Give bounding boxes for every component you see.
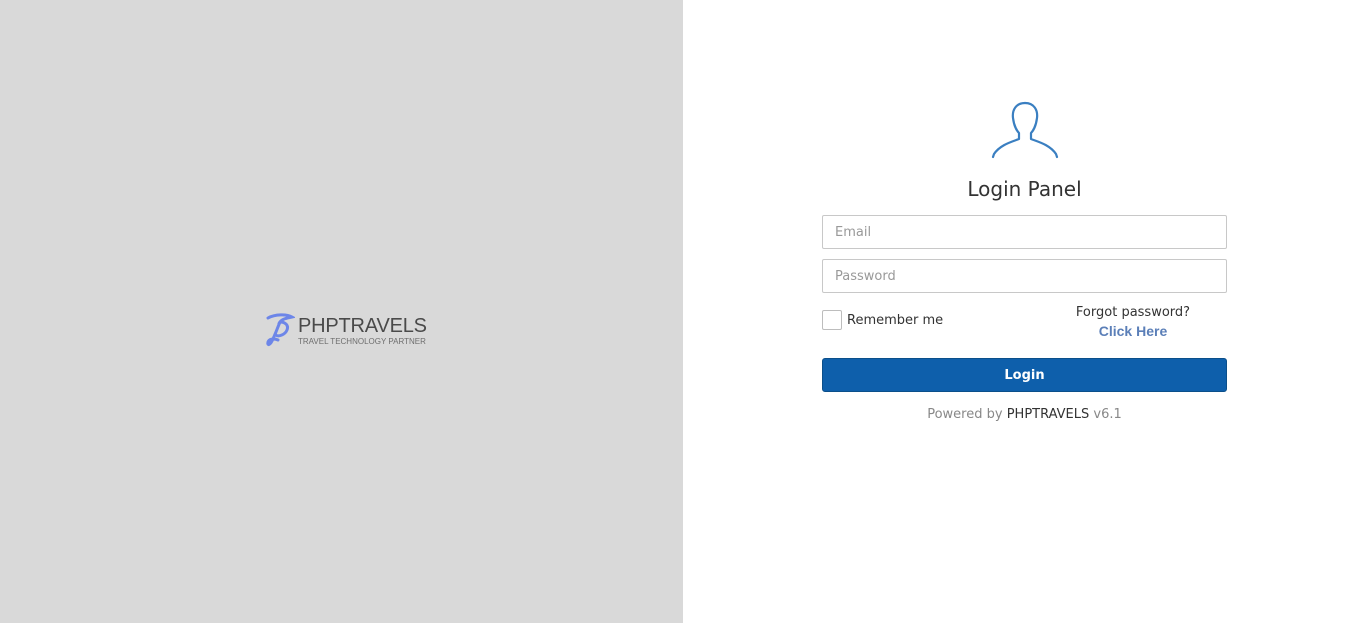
- remember-me[interactable]: Remember me: [822, 310, 943, 330]
- options-row: Remember me Forgot password? Click Here: [822, 305, 1227, 356]
- brand-name: PHPTRAVELS: [298, 315, 427, 337]
- powered-by: Powered by PHPTRAVELS v6.1: [822, 407, 1227, 422]
- branding-pane: PHPTRAVELS TRAVEL TECHNOLOGY PARTNER: [0, 0, 683, 623]
- phptravels-logo-icon: [266, 313, 295, 346]
- remember-checkbox[interactable]: [822, 310, 842, 330]
- powered-prefix: Powered by: [927, 407, 1003, 422]
- panel-title: Login Panel: [967, 177, 1082, 201]
- login-page: PHPTRAVELS TRAVEL TECHNOLOGY PARTNER Log…: [0, 0, 1366, 623]
- brand-tagline: TRAVEL TECHNOLOGY PARTNER: [298, 337, 426, 346]
- user-outline-icon: [991, 101, 1058, 159]
- forgot-password-link[interactable]: Click Here: [1048, 323, 1218, 339]
- powered-brand: PHPTRAVELS: [1006, 407, 1090, 422]
- brand-logo: PHPTRAVELS TRAVEL TECHNOLOGY PARTNER: [265, 313, 427, 349]
- password-field[interactable]: [822, 259, 1227, 293]
- forgot-password: Forgot password? Click Here: [1048, 305, 1218, 339]
- remember-label: Remember me: [847, 312, 944, 328]
- powered-version: v6.1: [1093, 407, 1122, 422]
- brand-text: PHPTRAVELS TRAVEL TECHNOLOGY PARTNER: [298, 316, 427, 346]
- email-field[interactable]: [822, 215, 1227, 249]
- login-pane: Login Panel Remember me Forgot password?…: [683, 0, 1366, 623]
- forgot-password-text: Forgot password?: [1075, 305, 1191, 320]
- login-button[interactable]: Login: [822, 358, 1227, 392]
- login-form: Login Panel Remember me Forgot password?…: [822, 100, 1227, 422]
